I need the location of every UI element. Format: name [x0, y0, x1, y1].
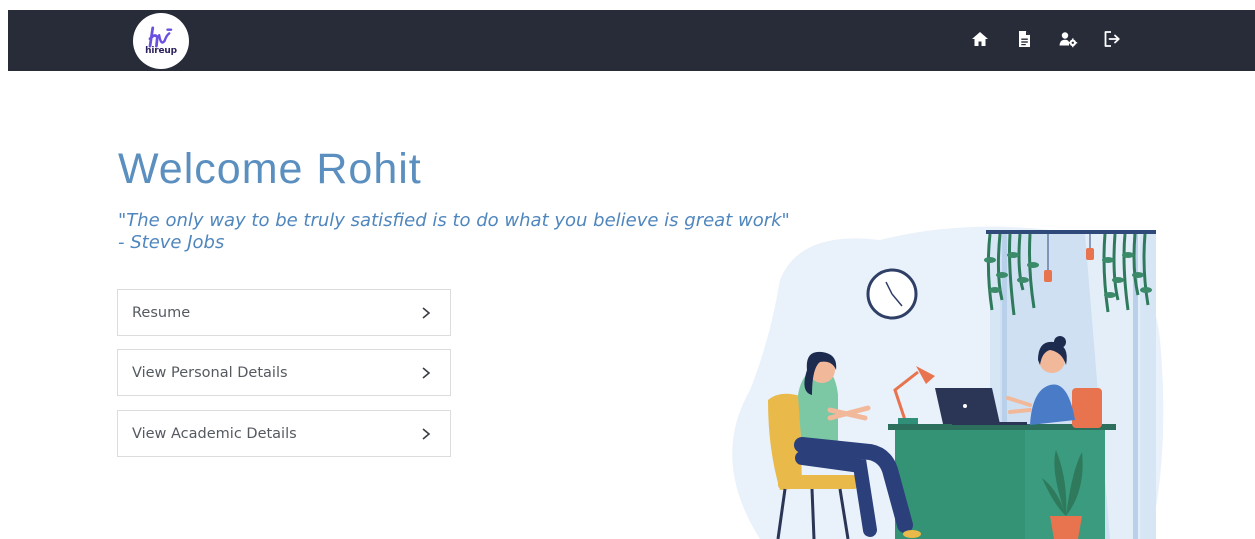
menu-item-label: View Personal Details: [132, 364, 288, 381]
office-illustration: [732, 226, 1164, 539]
resume-button[interactable]: Resume: [117, 289, 451, 336]
chevron-right-icon: [422, 366, 431, 379]
logout-icon[interactable]: [1102, 29, 1122, 49]
page-title: Welcome Rohit: [118, 145, 422, 193]
user-settings-icon[interactable]: [1058, 29, 1078, 49]
chevron-right-icon: [422, 427, 431, 440]
document-icon[interactable]: [1014, 29, 1034, 49]
menu-item-label: View Academic Details: [132, 425, 297, 442]
chevron-right-icon: [422, 306, 431, 319]
logo-text: hireup: [145, 46, 177, 56]
view-personal-details-button[interactable]: View Personal Details: [117, 349, 451, 396]
hireup-logo-mark-icon: [148, 26, 173, 48]
hireup-logo[interactable]: hireup: [133, 13, 189, 69]
menu-item-label: Resume: [132, 304, 191, 321]
home-icon[interactable]: [970, 29, 990, 49]
navbar: hireup: [8, 10, 1255, 71]
view-academic-details-button[interactable]: View Academic Details: [117, 410, 451, 457]
